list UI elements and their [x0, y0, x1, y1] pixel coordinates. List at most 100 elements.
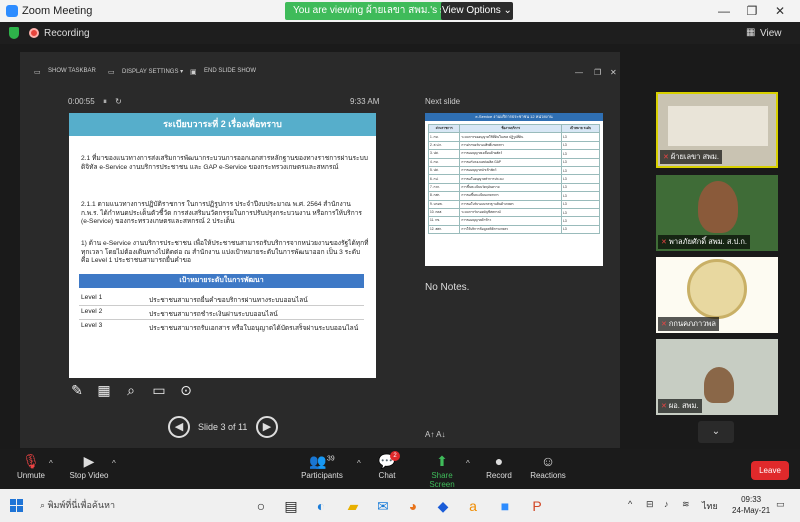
- file-explorer-icon[interactable]: ▰: [344, 497, 362, 515]
- task-view-icon[interactable]: ○: [252, 497, 270, 515]
- wifi-icon[interactable]: ≋: [682, 499, 690, 510]
- search-icon: ⌕: [40, 500, 46, 510]
- reset-icon[interactable]: ↻: [115, 97, 122, 106]
- previous-slide-button[interactable]: ◀: [168, 416, 190, 438]
- taskbar-search[interactable]: ⌕ พิมพ์ที่นี่เพื่อค้นหา: [40, 498, 115, 512]
- network-icon[interactable]: ⊟: [646, 499, 654, 510]
- gallery-scroll-down-button[interactable]: ⌄: [698, 421, 734, 443]
- taskbar-clock[interactable]: 09:33 24-May-21: [732, 494, 770, 516]
- zoom-logo-icon: [6, 5, 18, 17]
- edge-browser-icon[interactable]: ◐: [312, 497, 330, 515]
- font-size-controls[interactable]: A↑ A↓: [425, 430, 445, 439]
- end-slide-show-button[interactable]: END SLIDE SHOW: [204, 68, 256, 74]
- row-divider: [79, 319, 364, 320]
- pause-icon[interactable]: ⏸: [103, 97, 107, 106]
- table-cell: 3. ปศ.: [427, 149, 461, 159]
- stop-video-button[interactable]: ▶ Stop Video: [67, 453, 111, 480]
- slide-paragraph-2: 2.1.1 ตามแนวทางการปฏิบัติราชการ ในการปฏิ…: [81, 201, 362, 225]
- reactions-icon: ☺: [540, 453, 556, 469]
- table-row: 1. กษ. ระบบการขออนุญาตใช้ที่ดินในเขต ปฏิร…: [427, 132, 600, 142]
- view-options-button[interactable]: View Options ⌄: [441, 2, 513, 20]
- minimize-icon[interactable]: —: [575, 68, 583, 77]
- tray-overflow-icon[interactable]: ^: [628, 499, 632, 509]
- table-row: 3. ปศ. การขออนุญาตเคลื่อนย้ายสัตว์ L3: [427, 149, 600, 159]
- presenter-clock: 9:33 AM: [350, 97, 380, 106]
- participant-name-text: พาลภัยศักดิ์ สพม. ส.ป.ก.: [668, 237, 747, 246]
- share-screen-button[interactable]: ⬆ Share Screen: [418, 453, 466, 489]
- muted-mic-icon: ✕: [663, 154, 669, 161]
- table-cell: L3: [561, 182, 600, 193]
- widgets-icon[interactable]: ▤: [282, 497, 300, 515]
- show-taskbar-button[interactable]: SHOW TASKBAR: [48, 68, 96, 74]
- notifications-icon[interactable]: ▭: [776, 499, 785, 510]
- input-language[interactable]: ไทย: [702, 499, 718, 513]
- unmute-button[interactable]: 🎙 Unmute: [14, 453, 48, 480]
- table-row: 11. กข. การขออนุญาตค้าข้าว L3: [427, 216, 600, 226]
- volume-icon[interactable]: ♪: [664, 499, 669, 509]
- taskbar-icon: ▭: [34, 69, 41, 76]
- participants-button[interactable]: 👥39 Participants: [300, 453, 344, 480]
- table-cell: L3: [561, 165, 600, 176]
- table-cell: L3: [561, 191, 600, 201]
- table-row: 5. ปศ. การขออนุญาตนำเข้าสัตว์ L3: [427, 165, 600, 176]
- video-tile[interactable]: ✕ พาลภัยศักดิ์ สพม. ส.ป.ก.: [656, 175, 778, 251]
- table-cell: L3: [561, 224, 600, 235]
- windows-start-icon[interactable]: [10, 499, 24, 513]
- close-icon[interactable]: ✕: [610, 68, 617, 77]
- mail-icon[interactable]: ✉: [374, 497, 392, 515]
- level-label: Level 1: [81, 294, 103, 301]
- presenter-timer: 0:00:55 ⏸ ↻: [68, 97, 122, 107]
- level-label: Level 3: [81, 322, 103, 329]
- reactions-button[interactable]: ☺ Reactions: [528, 453, 568, 480]
- record-button[interactable]: ● Record: [484, 453, 514, 480]
- recording-icon: [29, 28, 39, 38]
- close-icon[interactable]: ✕: [772, 3, 788, 19]
- security-shield-icon[interactable]: [9, 27, 19, 39]
- grid-icon[interactable]: ▦: [746, 27, 755, 38]
- participants-options-icon[interactable]: ^: [357, 459, 361, 468]
- video-options-icon[interactable]: ^: [112, 459, 116, 468]
- table-cell: 7. กวก.: [427, 182, 461, 193]
- table-row: 4. กษ. การขอรับรองแหล่งผลิต GAP L3: [427, 157, 600, 167]
- zoom-meeting-window: Zoom Meeting You are viewing ผ้ายเลขา สพ…: [0, 0, 800, 522]
- all-slides-icon[interactable]: ▦: [95, 381, 113, 399]
- video-tile[interactable]: ✕ ผ้ายเลขา สพม.: [656, 92, 778, 168]
- minimize-icon[interactable]: —: [716, 3, 732, 19]
- zoom-app-icon[interactable]: ■: [496, 497, 514, 515]
- zoom-slide-icon[interactable]: ⌕: [122, 381, 140, 399]
- timer-value: 0:00:55: [68, 97, 95, 106]
- video-tile[interactable]: ✕ กกนคภภาวพล: [656, 257, 778, 333]
- table-row: 6. กป. การขอใบอนุญาตทำการประมง L3: [427, 174, 600, 184]
- restore-icon[interactable]: ❐: [594, 68, 601, 77]
- more-options-icon[interactable]: ⊙: [177, 381, 195, 399]
- amazon-icon[interactable]: a: [464, 497, 482, 515]
- camera-icon: ▶: [83, 453, 95, 469]
- share-screen-label: Share Screen: [429, 471, 455, 489]
- next-slide-button[interactable]: ▶: [256, 416, 278, 438]
- participant-name: ✕ ผอ. สพม.: [658, 399, 702, 413]
- next-slide-preview[interactable]: e-Service งานบริการประชาชน 12 หน่วยงาน ส…: [425, 113, 603, 266]
- record-icon: ●: [494, 453, 504, 469]
- view-button[interactable]: View: [760, 28, 782, 39]
- powerpoint-icon[interactable]: P: [528, 497, 546, 515]
- leave-button[interactable]: Leave: [751, 461, 789, 480]
- dropbox-icon[interactable]: ◆: [434, 497, 452, 515]
- video-tile[interactable]: ✕ ผอ. สพม.: [656, 339, 778, 415]
- table-cell: 10. กตส.: [427, 207, 461, 218]
- share-options-icon[interactable]: ^: [466, 459, 470, 468]
- pen-icon[interactable]: ✎: [68, 381, 86, 399]
- firefox-icon[interactable]: ◕: [404, 497, 422, 515]
- slide-table-header: เป้าหมายระดับในการพัฒนา: [79, 274, 364, 288]
- audio-options-icon[interactable]: ^: [49, 459, 53, 468]
- black-screen-icon[interactable]: ▭: [150, 381, 168, 399]
- speaker-notes: No Notes.: [425, 282, 470, 293]
- display-settings-button[interactable]: DISPLAY SETTINGS ▾: [122, 68, 183, 75]
- participant-name: ✕ ผ้ายเลขา สพม.: [660, 150, 723, 164]
- meeting-toolbar: 🎙 Unmute ^ ▶ Stop Video ^ 👥39 Participan…: [0, 449, 800, 489]
- chat-label: Chat: [378, 471, 396, 480]
- participants-count: 39: [326, 455, 335, 463]
- muted-mic-icon: ✕: [661, 403, 667, 410]
- restore-icon[interactable]: ❐: [744, 3, 760, 19]
- slide-title: ระเบียบวาระที่ 2 เรื่องเพื่อทราบ: [69, 113, 376, 136]
- participant-name-text: ผ้ายเลขา สพม.: [670, 152, 720, 161]
